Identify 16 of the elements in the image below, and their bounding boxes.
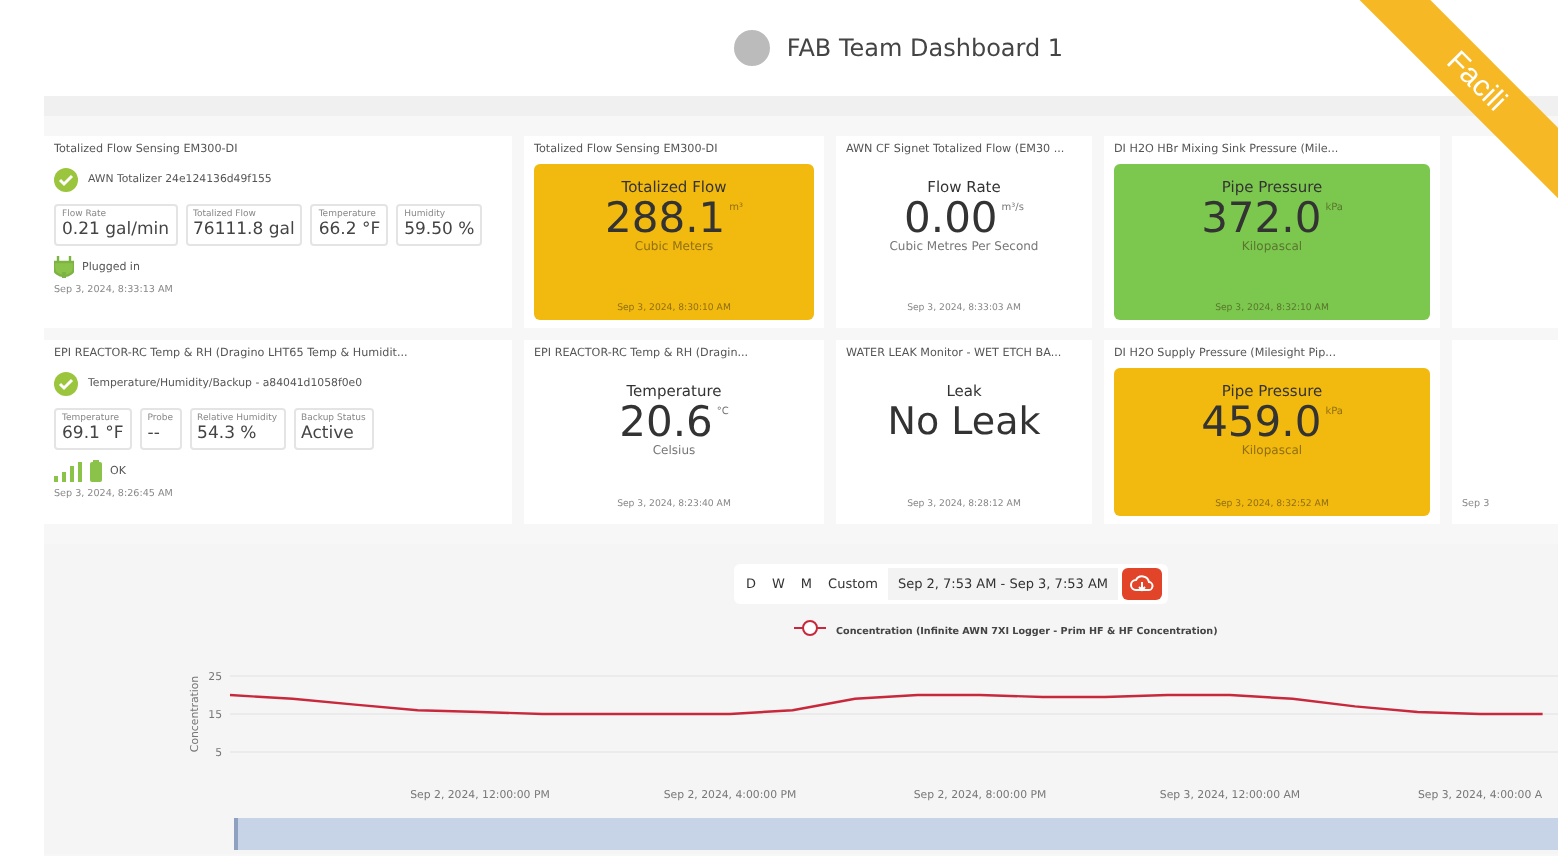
dashboard-title: FAB Team Dashboard 1 — [786, 34, 1064, 62]
reading-value: 0.00 — [904, 196, 998, 241]
cloud-download-icon — [1130, 574, 1155, 594]
logo-icon — [734, 30, 771, 66]
check-badge-icon — [54, 372, 78, 396]
reading-value: 372.0 — [1201, 196, 1322, 241]
battery-icon — [90, 460, 102, 482]
reading-value: 20.6 — [619, 400, 713, 445]
reading-value: 288.1 — [605, 196, 726, 241]
download-button[interactable] — [1122, 568, 1163, 600]
reading-value: No Leak — [887, 404, 1041, 444]
signal-bars-icon — [54, 461, 82, 481]
plug-icon — [54, 256, 74, 278]
reading-value: 459.0 — [1201, 400, 1322, 445]
legend-item — [793, 620, 827, 636]
check-badge-icon — [54, 168, 78, 192]
